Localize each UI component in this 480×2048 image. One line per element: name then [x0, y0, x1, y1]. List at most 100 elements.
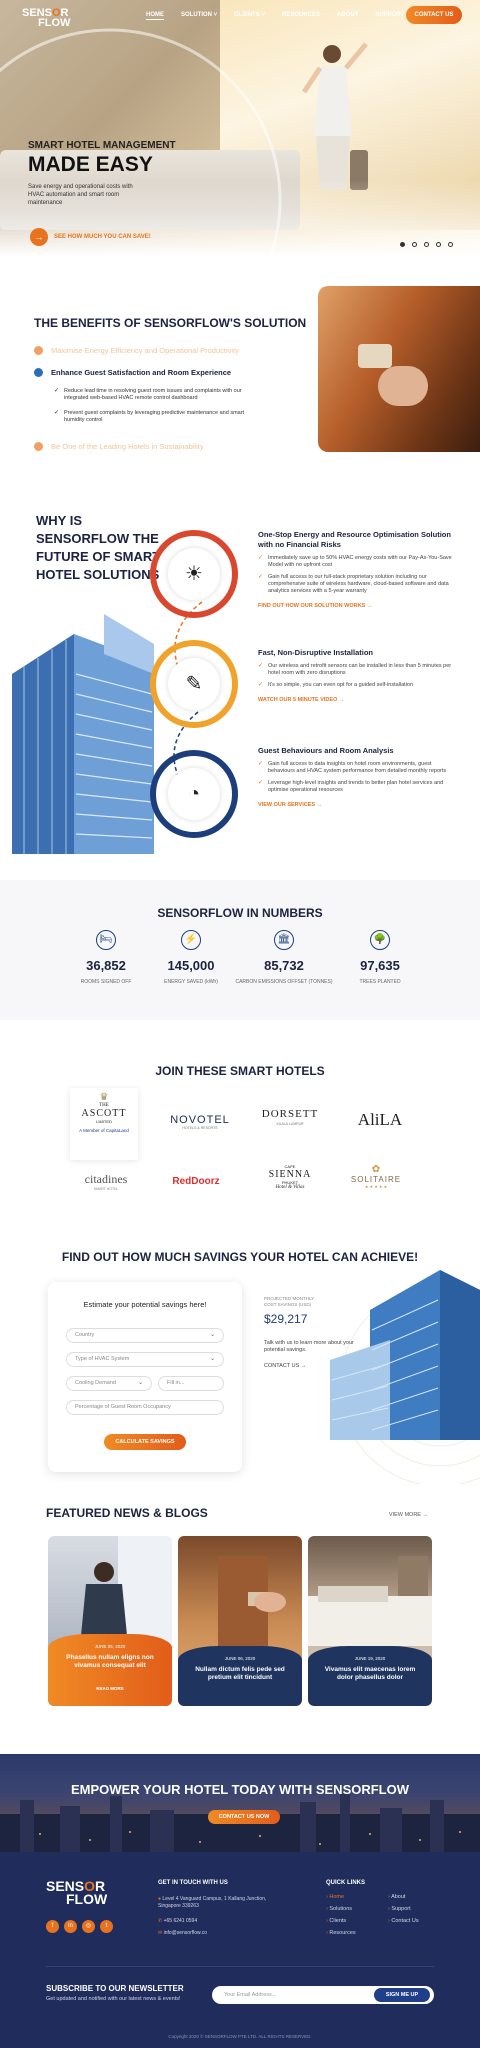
footer-email[interactable]: ✉ info@sensorflow.co [158, 1930, 207, 1937]
fillin-placeholder: Fill in... [167, 1380, 185, 1386]
novotel-sub: HOTELS & RESORTS [182, 1126, 218, 1130]
cooling-placeholder: Cooling Demand [75, 1380, 116, 1386]
nav-home[interactable]: HOME [146, 12, 164, 20]
contact-us-now-button[interactable]: CONTACT US NOW [208, 1810, 280, 1824]
slider-dot[interactable] [424, 242, 429, 247]
tree-icon: 🌳 [370, 930, 390, 950]
hvac-select[interactable]: Type of HVAC System ⌄ [66, 1352, 224, 1367]
footer-address: ● Level 4 Vanguard Campus, 1 Kallang Jun… [158, 1896, 278, 1910]
why-block-energy: One-Stop Energy and Resource Optimisatio… [258, 530, 458, 609]
contact-column-title: GET IN TOUCH WITH US [158, 1880, 228, 1886]
news-image-door [218, 1556, 286, 1646]
footer-link-clients[interactable]: Clients [326, 1918, 346, 1925]
crest-icon: ♛ [99, 1092, 109, 1103]
stat-value: 85,732 [264, 958, 304, 973]
cooling-input[interactable]: Fill in... [158, 1376, 224, 1391]
slider-dot[interactable] [436, 242, 441, 247]
why-bullet: It's so simple, you can even opt for a g… [258, 682, 458, 689]
stat-label: CARBON EMISSIONS OFFSET (TONNES) [235, 979, 333, 985]
occupancy-input[interactable]: Percentage of Guest Room Occupancy [66, 1400, 224, 1415]
chevron-down-icon: ⌄ [209, 1356, 215, 1362]
quick-links-title: QUICK LINKS [326, 1880, 365, 1886]
news-card[interactable]: JUNE 06, 2020 Nullam dictum felis pede s… [178, 1536, 302, 1706]
energy-icon: ☀ [168, 548, 220, 600]
savings-section: FIND OUT HOW MUCH SAVINGS YOUR HOTEL CAN… [0, 1236, 480, 1484]
phone-icon: ✆ [158, 1918, 163, 1924]
country-select[interactable]: Country ⌄ [66, 1328, 224, 1343]
footer-link-home[interactable]: Home [326, 1894, 344, 1901]
newsletter-title: SUBSCRIBE TO OUR NEWSLETTER [46, 1984, 184, 1993]
why-block-title: Guest Behaviours and Room Analysis [258, 746, 394, 755]
news-image-bedroom [308, 1556, 432, 1646]
nav-support[interactable]: SUPPORT [375, 12, 404, 20]
news-date: JUNE 06, 2020 [224, 1656, 256, 1661]
hero-text: SMART HOTEL MANAGEMENT MADE EASY Save en… [28, 140, 176, 207]
hand-shape [378, 366, 428, 406]
footer-link-contact[interactable]: Contact Us [388, 1918, 418, 1925]
news-card[interactable]: JUNE 05, 2020 Phasellus nullam eligns no… [48, 1536, 172, 1706]
news-section: FEATURED NEWS & BLOGS VIEW MORE → JUNE 0… [0, 1490, 480, 1714]
logo-text-2: FLOW [38, 17, 71, 29]
view-services-link[interactable]: VIEW OUR SERVICES → [258, 802, 458, 808]
linkedin-icon[interactable]: in [64, 1920, 77, 1933]
slider-dot[interactable] [412, 242, 417, 247]
footer: SENSOR FLOW f in ◎ t GET IN TOUCH WITH U… [0, 1852, 480, 2048]
nav-resources[interactable]: RESOURCES [282, 12, 320, 20]
logo[interactable]: SENSOR FLOW [22, 8, 71, 29]
footer-link-support[interactable]: Support [388, 1906, 410, 1913]
stat-value: 97,635 [360, 958, 400, 973]
footer-link-about[interactable]: About [388, 1894, 405, 1901]
news-image-man [80, 1536, 172, 1646]
news-card[interactable]: JUNE 19, 2020 Vivamus elit maecenas lore… [308, 1536, 432, 1706]
cooling-select[interactable]: Cooling Demand ⌄ [66, 1376, 152, 1391]
benefit-bullets: Reduce lead time in resolving guest room… [54, 388, 254, 432]
social-links: f in ◎ t [46, 1920, 113, 1933]
occupancy-placeholder: Percentage of Guest Room Occupancy [75, 1404, 171, 1410]
sienna-name: SIENNA [268, 1169, 312, 1180]
slider-dot[interactable] [400, 242, 405, 247]
instagram-icon[interactable]: ◎ [82, 1920, 95, 1933]
stat-value: 145,000 [167, 958, 215, 973]
footer-phone[interactable]: ✆ +65 6241 0594 [158, 1918, 197, 1925]
nav-solution[interactable]: SOLUTION ˅ [181, 12, 217, 20]
calculate-savings-button[interactable]: CALCULATE SAVINGS [104, 1434, 186, 1450]
chevron-down-icon: ⌄ [209, 1332, 215, 1338]
sign-me-up-button[interactable]: SIGN ME UP [374, 1988, 430, 2002]
watch-video-link[interactable]: WATCH OUR 5 MINUTE VIDEO → [258, 697, 458, 703]
read-more-link[interactable]: READ MORE [48, 1686, 172, 1691]
benefit-label: Enhance Guest Satisfaction and Room Expe… [51, 368, 232, 377]
benefit-tab[interactable]: Maximise Energy Efficiency and Operation… [34, 346, 239, 355]
hero-savings-link[interactable]: → SEE HOW MUCH YOU CAN SAVE! [30, 228, 151, 246]
footer-divider [46, 1966, 434, 1967]
address-text: Level 4 Vanguard Campus, 1 Kallang Junct… [158, 1896, 267, 1909]
savings-contact-link[interactable]: CONTACT US → [264, 1363, 374, 1369]
projected-value: $29,217 [264, 1312, 308, 1326]
hero-description: Save energy and operational costs with H… [28, 184, 133, 206]
why-bullet: Gain full access to data insights on hot… [258, 761, 458, 775]
facebook-icon[interactable]: f [46, 1920, 59, 1933]
benefit-tab-active[interactable]: Enhance Guest Satisfaction and Room Expe… [34, 368, 231, 377]
footer-link-solutions[interactable]: Solutions [326, 1906, 352, 1913]
solution-works-link[interactable]: FIND OUT HOW OUR SOLUTION WORKS → [258, 603, 458, 609]
navbar: SENSOR FLOW HOME SOLUTION ˅ CLIENTS ˅ RE… [0, 6, 480, 32]
slider-dot[interactable] [448, 242, 453, 247]
logo-alila: AliLA [357, 1110, 403, 1129]
analysis-ring: ◔ [150, 750, 238, 838]
news-headline: Nullam dictum felis pede sed pretium eli… [195, 1666, 285, 1681]
bed-icon: 🛏 [96, 930, 116, 950]
footer-link-resources[interactable]: Resources [326, 1930, 355, 1937]
view-more-link[interactable]: VIEW MORE → [389, 1512, 428, 1518]
bullet-icon [34, 346, 43, 355]
contact-us-button[interactable]: CONTACT US [406, 6, 462, 24]
newsletter-description: Get updated and notified with our latest… [46, 1996, 181, 2002]
nav-clients[interactable]: CLIENTS ˅ [234, 12, 265, 20]
footer-logo[interactable]: SENSOR FLOW [46, 1879, 107, 1906]
stat-energy: ⚡ 145,000 ENERGY SAVED (kWh) [141, 930, 241, 986]
bullet-icon [34, 368, 43, 377]
benefit-tab[interactable]: Be One of the Leading Hotels in Sustaina… [34, 442, 204, 451]
location-icon: ● [158, 1896, 162, 1902]
twitter-icon[interactable]: t [100, 1920, 113, 1933]
nav-about[interactable]: ABOUT [337, 12, 358, 20]
stat-trees: 🌳 97,635 TREES PLANTED [330, 930, 430, 986]
country-placeholder: Country [75, 1332, 95, 1338]
